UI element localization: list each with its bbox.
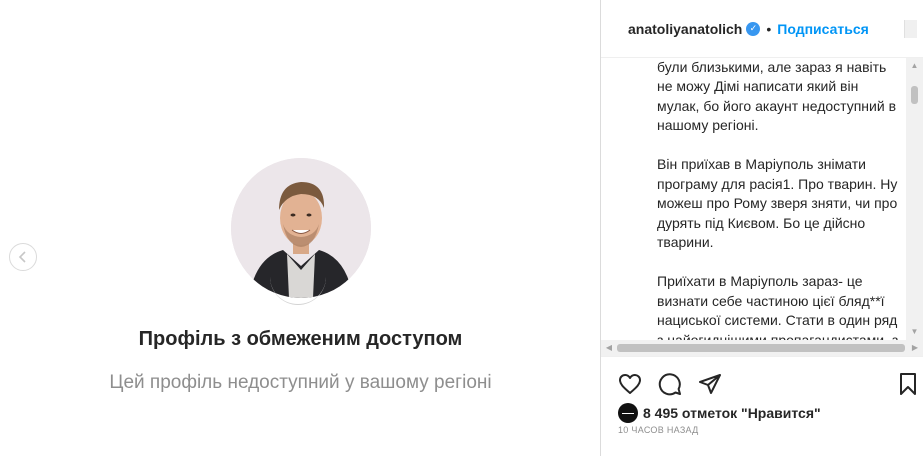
action-bar xyxy=(618,372,920,398)
scroll-left-icon[interactable]: ◀ xyxy=(601,340,617,356)
post-header: anatoliyanatolich ✓ • Подписаться xyxy=(601,0,923,58)
caption-paragraph: питання. Що Діма в Москві. Рідні не були… xyxy=(657,58,897,134)
heart-icon[interactable] xyxy=(618,372,644,398)
username-link[interactable]: anatoliyanatolich xyxy=(628,21,742,37)
scroll-up-icon[interactable]: ▲ xyxy=(906,58,923,74)
horizontal-scroll-thumb[interactable] xyxy=(617,344,905,352)
post-side-panel: anatoliyanatolich ✓ • Подписаться питанн… xyxy=(601,0,923,456)
scroll-right-icon[interactable]: ▶ xyxy=(907,340,923,356)
caption-area[interactable]: питання. Що Діма в Москві. Рідні не були… xyxy=(601,58,923,341)
restricted-title: Профіль з обмеженим доступом xyxy=(138,328,463,350)
vertical-scroll-thumb[interactable] xyxy=(911,86,918,104)
liker-avatar xyxy=(618,403,638,423)
header-separator: • xyxy=(766,20,772,37)
comment-icon[interactable] xyxy=(658,372,684,398)
follow-button[interactable]: Подписаться xyxy=(777,21,869,37)
vertical-scrollbar[interactable]: ▲ ▼ xyxy=(906,58,923,340)
send-icon[interactable] xyxy=(698,372,724,398)
post-media: Профіль з обмеженим доступом Цей профіль… xyxy=(0,0,601,456)
caption-paragraph: Приїхати в Маріуполь зараз- це визнати с… xyxy=(657,273,899,340)
chevron-left-icon[interactable] xyxy=(9,243,37,271)
verified-badge-icon: ✓ xyxy=(746,21,761,36)
scroll-down-icon[interactable]: ▼ xyxy=(906,324,923,340)
likes-count[interactable]: 8 495 отметок "Нравится" xyxy=(643,405,821,421)
restricted-subtitle: Цей профіль недоступний у вашому регіоні xyxy=(109,372,492,393)
bookmark-icon[interactable] xyxy=(896,372,922,398)
post-timestamp[interactable]: 10 ЧАСОВ НАЗАД xyxy=(618,425,699,435)
likes-row[interactable]: 8 495 отметок "Нравится" xyxy=(618,403,821,423)
caption-paragraph: Він приїхав в Маріуполь знімати програму… xyxy=(657,156,898,250)
header-scroll-stub xyxy=(904,20,917,38)
caption-text: питання. Що Діма в Москві. Рідні не були… xyxy=(657,58,903,341)
horizontal-scrollbar[interactable]: ◀ ▶ xyxy=(601,340,923,357)
